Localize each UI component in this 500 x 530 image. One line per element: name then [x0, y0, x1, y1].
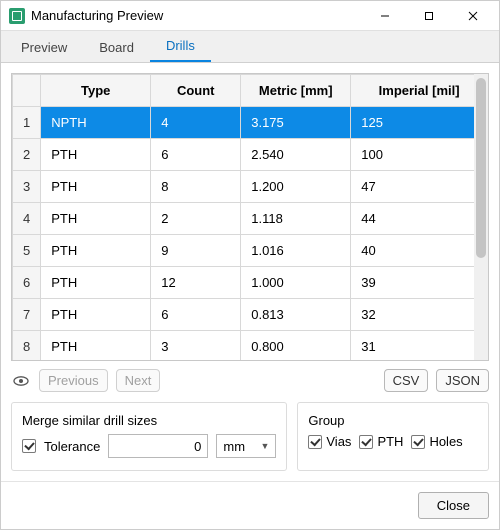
cell-metric: 1.000 — [241, 267, 351, 299]
footer: Close — [1, 481, 499, 529]
row-number: 2 — [13, 139, 41, 171]
table-row[interactable]: 3PTH81.20047 — [13, 171, 488, 203]
close-button[interactable]: Close — [418, 492, 489, 519]
group-option[interactable]: Holes — [411, 434, 462, 449]
visibility-icon[interactable] — [11, 371, 31, 391]
tab-board[interactable]: Board — [83, 33, 150, 62]
drill-table: Type Count Metric [mm] Imperial [mil] 1N… — [12, 74, 488, 361]
cell-type: PTH — [41, 139, 151, 171]
cell-imperial: 31 — [351, 331, 488, 362]
cell-metric: 1.016 — [241, 235, 351, 267]
row-number: 6 — [13, 267, 41, 299]
table-row[interactable]: 6PTH121.00039 — [13, 267, 488, 299]
table-row[interactable]: 1NPTH43.175125 — [13, 107, 488, 139]
row-number: 1 — [13, 107, 41, 139]
header-rownum — [13, 75, 41, 107]
table-row[interactable]: 2PTH62.540100 — [13, 139, 488, 171]
cell-count: 4 — [151, 107, 241, 139]
group-groupbox: Group Vias PTH Holes — [297, 402, 489, 471]
group-checkbox[interactable] — [411, 435, 425, 449]
cell-type: NPTH — [41, 107, 151, 139]
group-option[interactable]: Vias — [308, 434, 351, 449]
cell-metric: 3.175 — [241, 107, 351, 139]
table-row[interactable]: 5PTH91.01640 — [13, 235, 488, 267]
cell-type: PTH — [41, 267, 151, 299]
table-scrollbar[interactable] — [474, 74, 488, 360]
cell-type: PTH — [41, 203, 151, 235]
cell-imperial: 32 — [351, 299, 488, 331]
cell-type: PTH — [41, 171, 151, 203]
table-row[interactable]: 7PTH60.81332 — [13, 299, 488, 331]
cell-imperial: 100 — [351, 139, 488, 171]
cell-imperial: 47 — [351, 171, 488, 203]
tolerance-input[interactable] — [108, 434, 208, 458]
cell-type: PTH — [41, 299, 151, 331]
group-checkbox[interactable] — [359, 435, 373, 449]
app-icon — [9, 8, 25, 24]
row-number: 7 — [13, 299, 41, 331]
group-legend: Group — [308, 413, 478, 428]
cell-metric: 0.813 — [241, 299, 351, 331]
table-row[interactable]: 8PTH30.80031 — [13, 331, 488, 362]
header-type[interactable]: Type — [41, 75, 151, 107]
cell-imperial: 40 — [351, 235, 488, 267]
window-maximize-button[interactable] — [407, 1, 451, 31]
cell-metric: 1.118 — [241, 203, 351, 235]
tab-preview[interactable]: Preview — [5, 33, 83, 62]
row-number: 3 — [13, 171, 41, 203]
cell-count: 6 — [151, 299, 241, 331]
cell-count: 8 — [151, 171, 241, 203]
cell-imperial: 125 — [351, 107, 488, 139]
cell-count: 3 — [151, 331, 241, 362]
drill-table-container: Type Count Metric [mm] Imperial [mil] 1N… — [11, 73, 489, 361]
tolerance-unit-value: mm — [223, 439, 245, 454]
group-checkbox[interactable] — [308, 435, 322, 449]
cell-count: 9 — [151, 235, 241, 267]
tab-bar: Preview Board Drills — [1, 31, 499, 63]
row-number: 8 — [13, 331, 41, 362]
cell-metric: 2.540 — [241, 139, 351, 171]
titlebar: Manufacturing Preview — [1, 1, 499, 31]
tolerance-label: Tolerance — [44, 439, 100, 454]
row-number: 5 — [13, 235, 41, 267]
tolerance-checkbox[interactable] — [22, 439, 36, 453]
next-button[interactable]: Next — [116, 369, 161, 392]
previous-button[interactable]: Previous — [39, 369, 108, 392]
chevron-down-icon: ▼ — [260, 441, 269, 451]
export-json-button[interactable]: JSON — [436, 369, 489, 392]
window-title: Manufacturing Preview — [31, 8, 163, 23]
cell-imperial: 44 — [351, 203, 488, 235]
row-number: 4 — [13, 203, 41, 235]
tolerance-unit-select[interactable]: mm ▼ — [216, 434, 276, 458]
group-label: Vias — [326, 434, 351, 449]
window-close-button[interactable] — [451, 1, 495, 31]
export-csv-button[interactable]: CSV — [384, 369, 429, 392]
table-row[interactable]: 4PTH21.11844 — [13, 203, 488, 235]
header-imperial[interactable]: Imperial [mil] — [351, 75, 488, 107]
cell-metric: 0.800 — [241, 331, 351, 362]
merge-groupbox: Merge similar drill sizes Tolerance mm ▼ — [11, 402, 287, 471]
merge-legend: Merge similar drill sizes — [22, 413, 276, 428]
group-option[interactable]: PTH — [359, 434, 403, 449]
header-metric[interactable]: Metric [mm] — [241, 75, 351, 107]
tab-drills[interactable]: Drills — [150, 31, 211, 62]
cell-count: 6 — [151, 139, 241, 171]
window-minimize-button[interactable] — [363, 1, 407, 31]
group-label: Holes — [429, 434, 462, 449]
cell-type: PTH — [41, 331, 151, 362]
cell-metric: 1.200 — [241, 171, 351, 203]
cell-type: PTH — [41, 235, 151, 267]
cell-imperial: 39 — [351, 267, 488, 299]
cell-count: 12 — [151, 267, 241, 299]
header-count[interactable]: Count — [151, 75, 241, 107]
group-label: PTH — [377, 434, 403, 449]
cell-count: 2 — [151, 203, 241, 235]
